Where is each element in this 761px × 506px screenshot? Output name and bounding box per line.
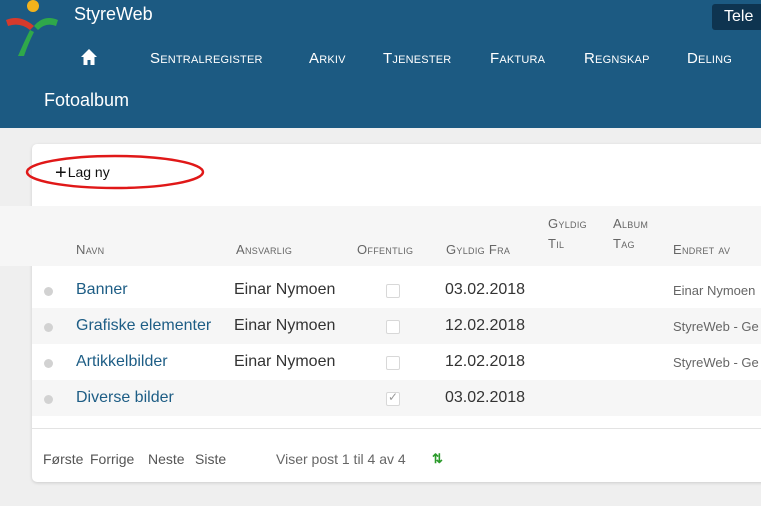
page-title: Fotoalbum: [44, 90, 130, 110]
public-checkbox[interactable]: [386, 356, 400, 370]
row-indicator: [44, 323, 53, 332]
app-name: StyreWeb: [74, 4, 153, 24]
col-gyldig-til[interactable]: Gyldig Til: [548, 214, 587, 254]
table-row[interactable]: Diverse bilder 03.02.2018: [32, 380, 761, 416]
valid-from-cell: 03.02.2018: [445, 389, 526, 406]
pager-next[interactable]: Neste: [148, 451, 185, 467]
col-album-tag-line1: Album: [613, 216, 649, 231]
table-row[interactable]: Artikkelbilder Einar Nymoen 12.02.2018 S…: [32, 344, 761, 380]
valid-from-cell: 12.02.2018: [445, 317, 526, 334]
footer-divider: [32, 428, 761, 429]
album-name-link[interactable]: Diverse bilder: [76, 389, 174, 407]
responsible-cell: Einar Nymoen: [234, 317, 336, 334]
public-checkbox[interactable]: [386, 284, 400, 298]
nav-regnskap[interactable]: Regnskap: [584, 50, 650, 67]
album-name-link[interactable]: Grafiske elementer: [76, 317, 211, 335]
nav-tjenester[interactable]: Tjenester: [383, 50, 451, 67]
nav-faktura[interactable]: Faktura: [490, 50, 545, 67]
col-album-tag-line2: Tag: [613, 236, 635, 251]
public-checkbox[interactable]: [386, 390, 400, 406]
highlight-annotation: [25, 154, 205, 190]
pager-last[interactable]: Siste: [195, 451, 226, 467]
changed-by-cell: StyreWeb - Ge: [673, 319, 759, 334]
col-offentlig[interactable]: Offentlig: [357, 240, 413, 260]
col-gyldig-til-line2: Til: [548, 236, 565, 251]
col-navn[interactable]: Navn: [76, 240, 104, 260]
responsible-cell: Einar Nymoen: [234, 353, 336, 370]
col-endret-av[interactable]: Endret av: [673, 240, 730, 260]
changed-by-cell: Einar Nymoen: [673, 283, 756, 298]
col-gyldig-til-line1: Gyldig: [548, 216, 587, 231]
row-indicator: [44, 359, 53, 368]
valid-from-cell: 12.02.2018: [445, 353, 526, 370]
responsible-cell: Einar Nymoen: [234, 281, 336, 298]
public-checkbox[interactable]: [386, 320, 400, 334]
row-indicator: [44, 395, 53, 404]
tele-button[interactable]: Tele: [712, 4, 761, 30]
col-ansvarlig[interactable]: Ansvarlig: [236, 240, 292, 260]
refresh-icon[interactable]: ⇅: [432, 451, 443, 467]
pager-prev[interactable]: Forrige: [90, 451, 134, 467]
nav-sentralregister[interactable]: Sentralregister: [150, 50, 263, 67]
changed-by-cell: StyreWeb - Ge: [673, 355, 759, 370]
table-row[interactable]: Grafiske elementer Einar Nymoen 12.02.20…: [32, 308, 761, 344]
nav-arkiv[interactable]: Arkiv: [309, 50, 346, 67]
nav-deling[interactable]: Deling: [687, 50, 732, 67]
record-count-status: Viser post 1 til 4 av 4: [276, 451, 406, 467]
album-name-link[interactable]: Banner: [76, 281, 128, 299]
album-name-link[interactable]: Artikkelbilder: [76, 353, 168, 371]
pager-first[interactable]: Første: [43, 451, 83, 467]
main-nav: Sentralregister Arkiv Tjenester Faktura …: [0, 46, 761, 76]
row-indicator: [44, 287, 53, 296]
col-gyldig-fra[interactable]: Gyldig Fra: [446, 240, 510, 260]
col-album-tag[interactable]: Album Tag: [613, 214, 648, 254]
valid-from-cell: 03.02.2018: [445, 281, 526, 298]
table-row[interactable]: Banner Einar Nymoen 03.02.2018 Einar Nym…: [32, 272, 761, 308]
